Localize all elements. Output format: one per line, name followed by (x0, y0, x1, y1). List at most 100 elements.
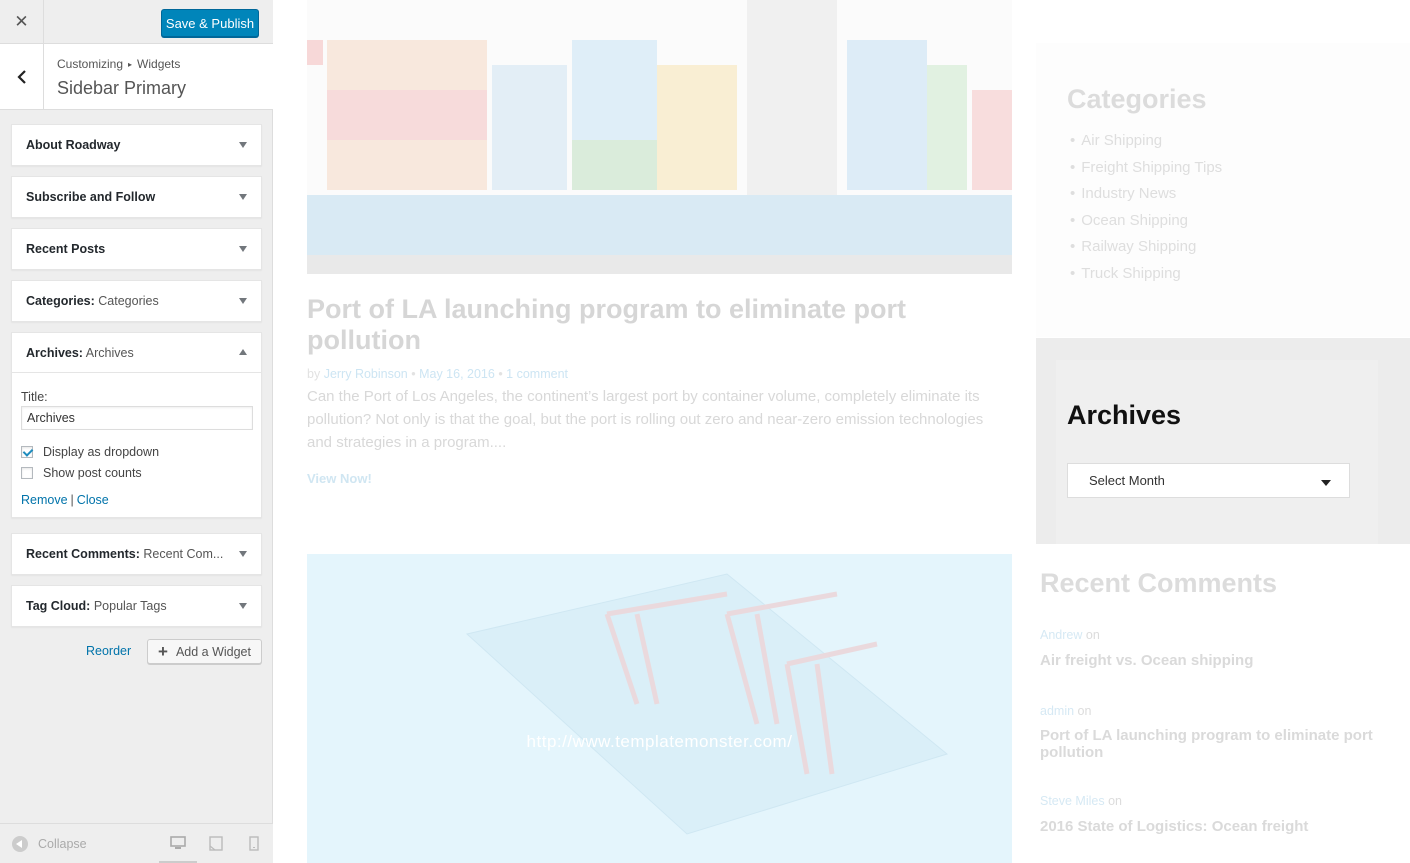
chevron-down-icon[interactable] (239, 551, 247, 557)
widget-name: About Roadway (26, 138, 121, 152)
widget-header[interactable]: Recent Posts (12, 229, 261, 269)
categories-list: Air Shipping Freight Shipping Tips Indus… (1070, 130, 1222, 289)
display-dropdown-row[interactable]: Display as dropdown (21, 444, 252, 460)
breadcrumb-separator-icon: ▸ (128, 60, 133, 69)
comment-on-word: on (1077, 704, 1092, 718)
view-now-link[interactable]: View Now! (307, 471, 372, 486)
post-comments-link[interactable]: 1 comment (506, 367, 568, 381)
post-date-link[interactable]: May 16, 2016 (419, 367, 495, 381)
widget-about-roadway[interactable]: About Roadway (11, 124, 262, 166)
category-item[interactable]: Air Shipping (1070, 130, 1222, 157)
link-separator: | (70, 493, 74, 507)
chevron-down-icon[interactable] (239, 246, 247, 252)
breadcrumb: Customizing ▸ Widgets (57, 57, 180, 71)
title-input[interactable] (21, 406, 253, 430)
comment-author-link[interactable]: Andrew (1040, 628, 1082, 642)
widget-header[interactable]: Archives: Archives (12, 333, 261, 373)
widget-name: Recent Comments: (26, 547, 140, 561)
comment-post-link[interactable]: 2016 State of Logistics: Ocean freight (1040, 818, 1380, 835)
show-counts-row[interactable]: Show post counts (21, 465, 252, 481)
comment-author-line: admin on (1040, 704, 1091, 718)
archives-widget-inner (1056, 360, 1378, 544)
breadcrumb-root: Customizing (57, 57, 124, 71)
port-cranes-image (307, 554, 1012, 863)
category-item[interactable]: Truck Shipping (1070, 263, 1222, 290)
collapse-icon (12, 836, 28, 852)
mobile-preview-icon[interactable] (249, 836, 259, 851)
widget-header[interactable]: Recent Comments: Recent Com... (12, 534, 261, 574)
chevron-down-icon[interactable] (239, 194, 247, 200)
archives-month-select[interactable]: Select Month (1067, 463, 1350, 498)
widget-actions: Remove | Close (21, 493, 252, 507)
category-item[interactable]: Ocean Shipping (1070, 210, 1222, 237)
comment-author-link[interactable]: Steve Miles (1040, 794, 1105, 808)
recent-comments-title: Recent Comments (1040, 568, 1278, 598)
widget-name: Recent Posts (26, 242, 106, 256)
post-meta: by Jerry Robinson • May 16, 2016 • 1 com… (307, 367, 569, 381)
show-counts-label[interactable]: Show post counts (43, 466, 142, 480)
chevron-up-icon[interactable] (239, 349, 247, 355)
close-customizer-button[interactable]: ✕ (0, 0, 44, 44)
category-item[interactable]: Industry News (1070, 183, 1222, 210)
save-publish-button[interactable]: Save & Publish (161, 9, 259, 37)
container-ship-image (307, 0, 1012, 274)
post-title[interactable]: Port of LA launching program to eliminat… (307, 294, 1007, 356)
categories-title: Categories (1067, 84, 1207, 114)
widget-categories[interactable]: Categories: Categories (11, 280, 262, 322)
title-label: Title: (21, 390, 48, 404)
collapse-button[interactable]: Collapse (12, 836, 87, 852)
section-header: Customizing ▸ Widgets Sidebar Primary (0, 44, 273, 110)
widget-name: Categories: (26, 294, 95, 308)
month-select-value: Select Month (1089, 473, 1165, 488)
collapse-label: Collapse (38, 837, 87, 851)
category-item[interactable]: Freight Shipping Tips (1070, 157, 1222, 184)
widget-recent-comments[interactable]: Recent Comments: Recent Com... (11, 533, 262, 575)
customizer-panel: ✕ Save & Publish Customizing ▸ Widgets Sid… (0, 0, 273, 863)
archives-title: Archives (1067, 400, 1182, 430)
post-excerpt: Can the Port of Los Angeles, the contine… (307, 388, 984, 451)
display-dropdown-label[interactable]: Display as dropdown (43, 445, 159, 459)
widget-subscribe-follow[interactable]: Subscribe and Follow (11, 176, 262, 218)
comment-post-link[interactable]: Air freight vs. Ocean shipping (1040, 652, 1380, 669)
add-widget-button[interactable]: + Add a Widget (147, 639, 262, 664)
widget-archives[interactable]: Archives: Archives Title: Display as dro… (11, 332, 262, 518)
chevron-down-icon[interactable] (239, 603, 247, 609)
comment-post-link[interactable]: Port of LA launching program to eliminat… (1040, 727, 1380, 761)
close-icon: ✕ (14, 12, 29, 31)
widget-header[interactable]: Tag Cloud: Popular Tags (12, 586, 261, 626)
widget-header[interactable]: Subscribe and Follow (12, 177, 261, 217)
widget-subtitle: Categories (98, 294, 159, 308)
display-dropdown-checkbox[interactable] (21, 446, 33, 458)
add-widget-label: Add a Widget (175, 644, 251, 659)
comment-on-word: on (1108, 794, 1122, 808)
site-preview: Port of LA launching program to eliminat… (273, 0, 1410, 863)
post-author-link[interactable]: Jerry Robinson (324, 367, 408, 381)
reorder-link[interactable]: Reorder (86, 644, 131, 658)
category-item[interactable]: Railway Shipping (1070, 236, 1222, 263)
remove-link[interactable]: Remove (21, 493, 68, 507)
widget-header[interactable]: About Roadway (12, 125, 261, 165)
chevron-down-icon[interactable] (239, 142, 247, 148)
breadcrumb-leaf: Widgets (137, 57, 181, 71)
widget-form: Title: Display as dropdown Show post cou… (12, 373, 261, 517)
widget-name: Subscribe and Follow (26, 190, 156, 204)
tablet-preview-icon[interactable] (209, 836, 223, 851)
widget-recent-posts[interactable]: Recent Posts (11, 228, 262, 270)
section-title: Sidebar Primary (57, 78, 187, 98)
comment-author-line: Andrew on (1040, 628, 1100, 642)
widget-header[interactable]: Categories: Categories (12, 281, 261, 321)
back-button[interactable] (0, 44, 44, 109)
desktop-preview-icon[interactable] (170, 836, 186, 850)
customizer-header: ✕ Save & Publish (0, 0, 273, 44)
post-by: by (307, 367, 321, 381)
chevron-left-icon (16, 69, 26, 84)
widget-subtitle: Archives (85, 346, 134, 360)
customizer-footer: Collapse (0, 823, 273, 863)
comment-author-line: Steve Miles on (1040, 794, 1122, 808)
chevron-down-icon[interactable] (239, 298, 247, 304)
widget-tag-cloud[interactable]: Tag Cloud: Popular Tags (11, 585, 262, 627)
show-counts-checkbox[interactable] (21, 467, 33, 479)
comment-author-link[interactable]: admin (1040, 704, 1074, 718)
widget-subtitle: Popular Tags (93, 599, 167, 613)
close-link[interactable]: Close (77, 493, 109, 507)
